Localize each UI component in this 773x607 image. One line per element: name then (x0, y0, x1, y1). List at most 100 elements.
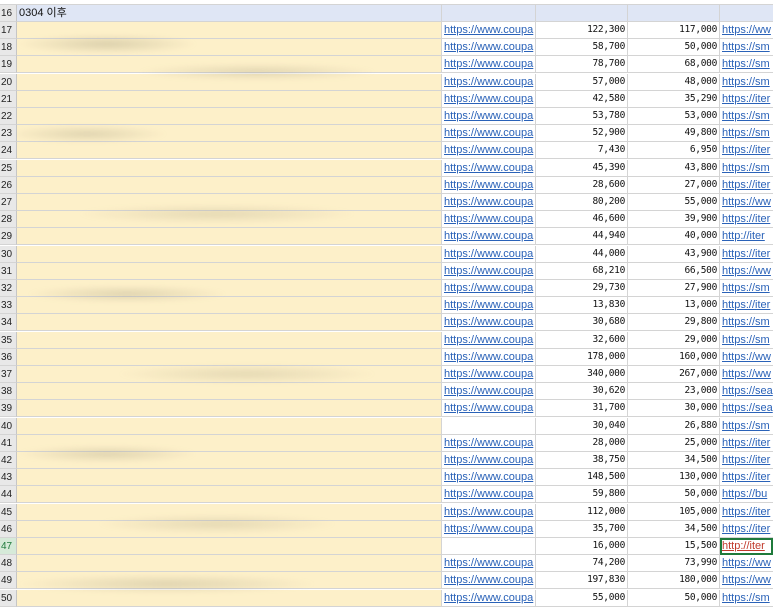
row-header[interactable]: 26 (0, 176, 17, 194)
table-row[interactable]: 34 https://www.coupa 30,680 29,800 https://s… (0, 314, 773, 332)
price-cell[interactable]: 178,000 (536, 348, 628, 366)
coupang-url-cell-link[interactable]: https://www.coupa (444, 385, 533, 397)
table-row[interactable]: 33 https://www.coupa 13,830 13,000 https://i… (0, 297, 773, 315)
table-row[interactable]: 17 https://www.coupa 122,300 117,000 https:/… (0, 22, 773, 39)
table-row[interactable]: 36 https://www.coupa 178,000 160,000 https:/… (0, 348, 773, 366)
source-url-cell-link[interactable]: https://sea (722, 385, 773, 397)
coupang-url-cell-link[interactable]: https://www.coupa (444, 248, 533, 260)
price-cell[interactable]: 58,700 (536, 39, 628, 57)
product-name-cell[interactable] (17, 555, 442, 573)
source-url-cell[interactable]: https://sm (720, 280, 773, 297)
sale-price-cell[interactable]: 27,000 (628, 176, 720, 194)
price-cell[interactable]: 44,000 (536, 245, 628, 263)
source-url-cell[interactable]: https://sm (720, 331, 773, 349)
coupang-url-cell-link[interactable]: https://www.coupa (444, 282, 533, 294)
product-name-cell[interactable] (17, 297, 442, 315)
sale-price-cell[interactable]: 43,800 (628, 159, 720, 177)
source-url-cell[interactable]: https://sm (720, 159, 773, 177)
row-header[interactable]: 20 (0, 73, 17, 91)
coupang-url-cell-link[interactable]: https://www.coupa (444, 557, 533, 569)
row-header[interactable]: 21 (0, 90, 17, 108)
coupang-url-cell[interactable]: https://www.coupa (442, 228, 536, 246)
coupang-url-cell-link[interactable]: https://www.coupa (444, 574, 533, 586)
coupang-url-cell[interactable] (442, 538, 536, 555)
price-cell[interactable]: 80,200 (536, 194, 628, 211)
table-row[interactable]: 44 https://www.coupa 59,800 50,000 https://b… (0, 486, 773, 504)
coupang-url-cell[interactable]: https://www.coupa (442, 348, 536, 366)
table-row[interactable]: 47 16,000 15,500 http://iter (0, 538, 773, 555)
source-url-cell-link[interactable]: https://sm (722, 127, 770, 139)
price-cell[interactable]: 340,000 (536, 366, 628, 383)
coupang-url-cell[interactable]: https://www.coupa (442, 194, 536, 211)
source-url-cell-link[interactable]: http://iter (722, 230, 765, 242)
coupang-url-cell[interactable]: https://www.coupa (442, 520, 536, 538)
cell[interactable] (720, 5, 773, 22)
product-name-cell[interactable] (17, 486, 442, 504)
table-row[interactable]: 31 https://www.coupa 68,210 66,500 https://w… (0, 262, 773, 280)
product-name-cell[interactable] (17, 314, 442, 332)
coupang-url-cell-link[interactable]: https://www.coupa (444, 162, 533, 174)
sale-price-cell[interactable]: 50,000 (628, 39, 720, 57)
price-cell[interactable]: 46,600 (536, 211, 628, 229)
coupang-url-cell-link[interactable]: https://www.coupa (444, 93, 533, 105)
table-row[interactable]: 42 https://www.coupa 38,750 34,500 https://i… (0, 452, 773, 469)
sale-price-cell[interactable]: 27,900 (628, 280, 720, 297)
source-url-cell[interactable]: https://iter (720, 211, 773, 229)
source-url-cell[interactable]: https://ww (720, 194, 773, 211)
source-url-cell[interactable]: https://ww (720, 262, 773, 280)
product-name-cell[interactable] (17, 417, 442, 435)
row-header[interactable]: 32 (0, 280, 17, 297)
sale-price-cell[interactable]: 55,000 (628, 194, 720, 211)
table-row[interactable]: 49 https://www.coupa 197,830 180,000 https:/… (0, 572, 773, 590)
coupang-url-cell[interactable]: https://www.coupa (442, 90, 536, 108)
price-cell[interactable]: 55,000 (536, 589, 628, 607)
source-url-cell[interactable]: https://iter (720, 520, 773, 538)
row-header[interactable]: 23 (0, 125, 17, 143)
sale-price-cell[interactable]: 13,000 (628, 297, 720, 315)
sale-price-cell[interactable]: 117,000 (628, 22, 720, 39)
row-header[interactable]: 28 (0, 211, 17, 229)
coupang-url-cell[interactable]: https://www.coupa (442, 331, 536, 349)
row-header[interactable]: 22 (0, 108, 17, 125)
table-row[interactable]: 19 https://www.coupa 78,700 68,000 https://s… (0, 56, 773, 74)
price-cell[interactable]: 42,580 (536, 90, 628, 108)
sale-price-cell[interactable]: 6,950 (628, 142, 720, 160)
source-url-cell-link[interactable]: https://sm (722, 420, 770, 432)
coupang-url-cell-link[interactable]: https://www.coupa (444, 351, 533, 363)
row-header[interactable]: 33 (0, 297, 17, 315)
coupang-url-cell[interactable]: https://www.coupa (442, 108, 536, 125)
sale-price-cell[interactable]: 29,000 (628, 331, 720, 349)
row-header[interactable]: 38 (0, 383, 17, 401)
coupang-url-cell[interactable]: https://www.coupa (442, 572, 536, 590)
coupang-url-cell[interactable]: https://www.coupa (442, 125, 536, 143)
price-cell[interactable]: 30,040 (536, 417, 628, 435)
source-url-cell[interactable]: http://iter (720, 228, 773, 246)
table-row[interactable]: 18 https://www.coupa 58,700 50,000 https://s… (0, 39, 773, 57)
price-cell[interactable]: 112,000 (536, 503, 628, 521)
sale-price-cell[interactable]: 49,800 (628, 125, 720, 143)
coupang-url-cell[interactable]: https://www.coupa (442, 142, 536, 160)
product-name-cell[interactable] (17, 280, 442, 297)
source-url-cell[interactable]: https://sm (720, 56, 773, 74)
sale-price-cell[interactable]: 66,500 (628, 262, 720, 280)
sale-price-cell[interactable]: 43,900 (628, 245, 720, 263)
row-header[interactable]: 39 (0, 400, 17, 418)
source-url-cell[interactable]: https://ww (720, 555, 773, 573)
coupang-url-cell-link[interactable]: https://www.coupa (444, 213, 533, 225)
row-header[interactable]: 45 (0, 503, 17, 521)
product-name-cell[interactable] (17, 520, 442, 538)
row-header[interactable]: 42 (0, 452, 17, 469)
source-url-cell-link[interactable]: https://sm (722, 282, 770, 294)
source-url-cell[interactable]: https://iter (720, 176, 773, 194)
sale-price-cell[interactable]: 26,880 (628, 417, 720, 435)
product-name-cell[interactable] (17, 383, 442, 401)
source-url-cell[interactable]: https://iter (720, 503, 773, 521)
product-name-cell[interactable] (17, 572, 442, 590)
table-row[interactable]: 43 https://www.coupa 148,500 130,000 https:/… (0, 469, 773, 487)
source-url-cell[interactable]: https://iter (720, 90, 773, 108)
row-header[interactable]: 37 (0, 366, 17, 383)
table-row[interactable]: 30 https://www.coupa 44,000 43,900 https://i… (0, 245, 773, 263)
coupang-url-cell-link[interactable]: https://www.coupa (444, 316, 533, 328)
source-url-cell[interactable]: https://sm (720, 314, 773, 332)
sale-price-cell[interactable]: 39,900 (628, 211, 720, 229)
